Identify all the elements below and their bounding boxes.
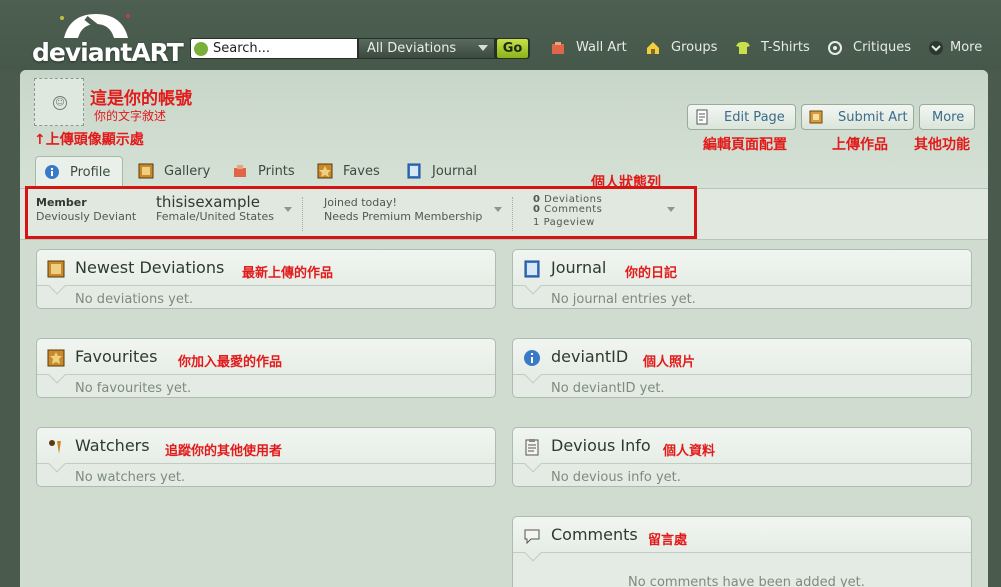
- search-bar: Search... All Deviations Go: [190, 38, 530, 59]
- box-title[interactable]: Newest Deviations: [75, 258, 224, 277]
- more-icon: [929, 41, 943, 55]
- tab-prints[interactable]: Prints: [224, 156, 304, 188]
- box-title[interactable]: Comments: [551, 525, 638, 544]
- info-icon: [524, 350, 540, 366]
- faves-icon: [317, 163, 333, 179]
- annotation-avatar: ↑上傳頭像顯示處: [34, 132, 144, 148]
- empty-message: No comments have been added yet.: [628, 575, 865, 587]
- annotation-submit-art: 上傳作品: [832, 137, 888, 153]
- status-bar-highlight: [25, 186, 697, 239]
- empty-message: No deviations yet.: [75, 292, 194, 307]
- empty-message: No watchers yet.: [75, 470, 186, 485]
- clipboard-icon: [525, 439, 539, 456]
- devious-info-box: Devious Info 個人資料 No devious info yet.: [512, 427, 972, 487]
- box-title[interactable]: Watchers: [75, 436, 150, 455]
- chevron-down-icon: [478, 45, 488, 51]
- annotation-journal: 你的日記: [625, 266, 678, 281]
- nav-more[interactable]: More: [928, 39, 988, 59]
- profile-panel: ☺ 這是你的帳號 你的文字敘述 ↑上傳頭像顯示處 Edit Page Submi…: [20, 70, 988, 587]
- annotation-favourites: 你加入最愛的作品: [178, 355, 283, 370]
- page-edit-icon: [696, 109, 708, 125]
- tab-faves[interactable]: Faves: [309, 156, 389, 188]
- deviations-icon: [47, 260, 65, 278]
- search-placeholder: Search...: [213, 41, 271, 56]
- annotation-watchers: 追蹤你的其他使用者: [165, 444, 283, 459]
- prints-icon: [234, 165, 246, 177]
- favourites-icon: [47, 349, 65, 367]
- favourites-box: Favourites 你加入最愛的作品 No favourites yet.: [36, 338, 496, 398]
- nav-critiques[interactable]: Critiques: [827, 39, 912, 59]
- wall-art-icon: [552, 42, 564, 54]
- tshirt-icon: [736, 42, 750, 54]
- more-button[interactable]: More: [919, 104, 975, 130]
- journal-icon: [407, 163, 421, 179]
- smiley-icon: ☺: [53, 96, 67, 110]
- submit-art-button[interactable]: Submit Art: [801, 104, 914, 130]
- search-scope-select[interactable]: All Deviations: [359, 39, 494, 58]
- tab-gallery[interactable]: Gallery: [130, 156, 218, 188]
- nav-t-shirts[interactable]: T-Shirts: [735, 39, 815, 59]
- annotation-newest: 最新上傳的作品: [242, 266, 334, 281]
- groups-icon: [647, 42, 659, 54]
- annotation-devious-info: 個人資料: [663, 444, 716, 459]
- tab-journal[interactable]: Journal: [398, 156, 490, 188]
- annotation-deviantid: 個人照片: [643, 355, 696, 370]
- nav-groups[interactable]: Groups: [645, 39, 720, 59]
- nav-wall-art[interactable]: Wall Art: [550, 39, 630, 59]
- box-title[interactable]: Devious Info: [551, 436, 651, 455]
- annotation-account: 這是你的帳號: [90, 89, 192, 109]
- search-input[interactable]: Search...: [191, 39, 357, 58]
- deviantid-box: deviantID 個人照片 No deviantID yet.: [512, 338, 972, 398]
- journal-icon: [524, 260, 540, 278]
- empty-message: No devious info yet.: [551, 470, 681, 485]
- annotation-more: 其他功能: [914, 137, 970, 153]
- submit-art-icon: [809, 110, 823, 124]
- comments-box: Comments 留言處 No comments have been added…: [512, 516, 972, 587]
- speech-bubble-icon: [524, 529, 540, 545]
- profile-header: ☺ 這是你的帳號 你的文字敘述 ↑上傳頭像顯示處 Edit Page Submi…: [20, 70, 988, 191]
- go-button[interactable]: Go: [497, 39, 528, 58]
- edit-page-button[interactable]: Edit Page: [687, 104, 796, 130]
- box-title[interactable]: Favourites: [75, 347, 157, 366]
- critiques-icon: [828, 41, 842, 55]
- avatar[interactable]: ☺: [34, 78, 84, 126]
- journal-box: Journal 你的日記 No journal entries yet.: [512, 249, 972, 309]
- empty-message: No deviantID yet.: [551, 381, 665, 396]
- watchers-icon: [49, 440, 61, 454]
- info-icon: [45, 165, 59, 179]
- box-title[interactable]: deviantID: [551, 347, 628, 366]
- tab-profile[interactable]: Profile: [35, 156, 123, 188]
- empty-message: No journal entries yet.: [551, 292, 696, 307]
- annotation-edit-page: 編輯頁面配置: [703, 137, 787, 153]
- annotation-comments: 留言處: [648, 533, 688, 548]
- top-bar: deviantART Search... All Deviations Go W…: [0, 0, 1001, 70]
- newest-deviations-box: Newest Deviations 最新上傳的作品 No deviations …: [36, 249, 496, 309]
- search-scope-label: All Deviations: [367, 41, 457, 56]
- logo-text: deviantART: [32, 38, 184, 67]
- deviantart-logo[interactable]: deviantART: [30, 6, 184, 67]
- box-title[interactable]: Journal: [551, 258, 606, 277]
- search-icon: [194, 42, 208, 56]
- annotation-tagline: 你的文字敘述: [94, 109, 167, 123]
- empty-message: No favourites yet.: [75, 381, 192, 396]
- gallery-icon: [138, 163, 154, 179]
- watchers-box: Watchers 追蹤你的其他使用者 No watchers yet.: [36, 427, 496, 487]
